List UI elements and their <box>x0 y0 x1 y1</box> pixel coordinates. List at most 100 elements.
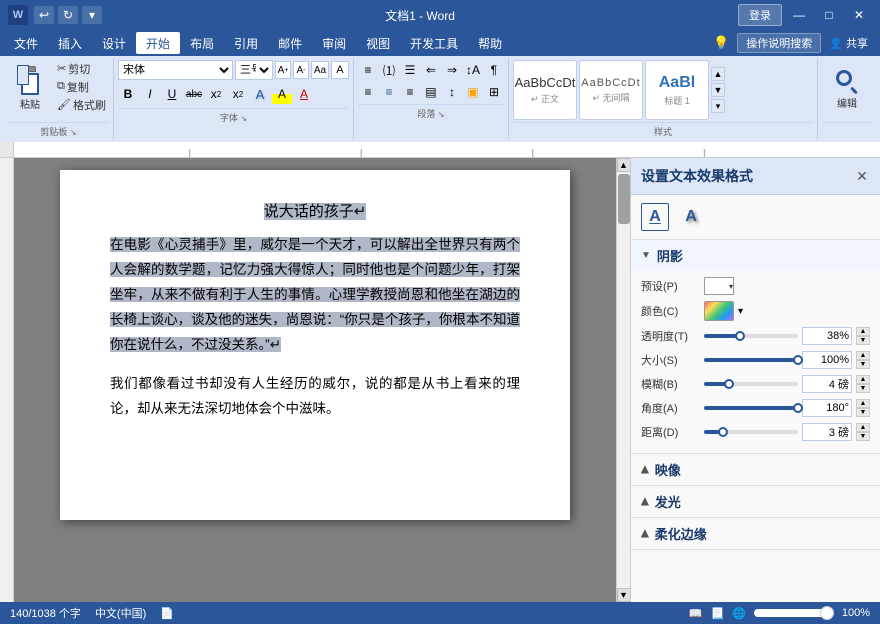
font-size-selector[interactable]: 三号 <box>235 60 273 80</box>
superscript-button[interactable]: x2 <box>228 84 248 104</box>
main-wrapper: 说大话的孩子↵ 在电影《心灵捕手》里，威尔是一个天才，可以解出全世界只有两个人会… <box>0 158 880 602</box>
minimize-button[interactable]: — <box>786 5 812 25</box>
font-size-decrease[interactable]: A- <box>293 61 309 79</box>
font-name-selector[interactable]: 宋体 <box>118 60 233 80</box>
align-left[interactable]: ≡ <box>358 82 378 102</box>
styles-scroll-down[interactable]: ▼ <box>711 83 725 97</box>
menu-review[interactable]: 审阅 <box>312 32 356 54</box>
transparency-up[interactable]: ▲ <box>856 327 870 336</box>
angle-up[interactable]: ▲ <box>856 399 870 408</box>
search-box[interactable]: 操作说明搜索 <box>737 33 821 53</box>
underline-button[interactable]: U <box>162 84 182 104</box>
size-up[interactable]: ▲ <box>856 351 870 360</box>
font-clear-button[interactable]: A <box>331 61 349 79</box>
justify[interactable]: ▤ <box>421 82 441 102</box>
paste-button[interactable]: 粘贴 <box>8 60 52 116</box>
zoom-bar[interactable] <box>754 609 834 617</box>
maximize-button[interactable]: □ <box>816 5 842 25</box>
blur-slider[interactable] <box>704 382 798 386</box>
blur-input[interactable] <box>802 375 852 393</box>
blur-down[interactable]: ▼ <box>856 384 870 393</box>
color-picker[interactable] <box>704 301 734 321</box>
format-panel-close[interactable]: ✕ <box>854 168 870 184</box>
menu-help[interactable]: 帮助 <box>468 32 512 54</box>
decrease-indent[interactable]: ⇐ <box>421 60 441 80</box>
preset-swatch[interactable]: ▾ <box>704 277 734 295</box>
menu-home[interactable]: 开始 <box>136 32 180 54</box>
styles-scroll-up[interactable]: ▲ <box>711 67 725 81</box>
numbering-button[interactable]: ⑴ <box>379 60 399 80</box>
text-highlight-button[interactable]: A <box>272 84 292 104</box>
blur-up[interactable]: ▲ <box>856 375 870 384</box>
angle-input[interactable] <box>802 399 852 417</box>
font-color-button[interactable]: A <box>294 84 314 104</box>
format-painter-button[interactable]: 🖌格式刷 <box>54 96 109 113</box>
glow-header[interactable]: ▶ 发光 <box>631 486 880 517</box>
customize-button[interactable]: ▾ <box>82 6 102 24</box>
angle-slider[interactable] <box>704 406 798 410</box>
subscript-button[interactable]: x2 <box>206 84 226 104</box>
align-right[interactable]: ≡ <box>400 82 420 102</box>
transparency-down[interactable]: ▼ <box>856 336 870 345</box>
font-size-increase[interactable]: A+ <box>275 61 291 79</box>
shading-button[interactable]: ▣ <box>463 82 483 102</box>
text-format-a-icon[interactable]: A <box>641 203 669 231</box>
italic-button[interactable]: I <box>140 84 160 104</box>
distance-down[interactable]: ▼ <box>856 432 870 441</box>
color-arrow-icon[interactable]: ▾ <box>738 306 743 317</box>
text-effect-button[interactable]: A <box>250 84 270 104</box>
soft-edges-header[interactable]: ▶ 柔化边缘 <box>631 518 880 549</box>
menu-view[interactable]: 视图 <box>356 32 400 54</box>
close-button[interactable]: ✕ <box>846 5 872 25</box>
login-button[interactable]: 登录 <box>738 4 782 26</box>
sort-button[interactable]: ↕A <box>463 60 483 80</box>
angle-down[interactable]: ▼ <box>856 408 870 417</box>
style-heading1[interactable]: AaBl 标题 1 <box>645 60 709 120</box>
distance-up[interactable]: ▲ <box>856 423 870 432</box>
scroll-thumb[interactable] <box>618 174 630 224</box>
menu-design[interactable]: 设计 <box>92 32 136 54</box>
menu-references[interactable]: 引用 <box>224 32 268 54</box>
document-page[interactable]: 说大话的孩子↵ 在电影《心灵捕手》里，威尔是一个天才，可以解出全世界只有两个人会… <box>60 170 570 520</box>
style-nospace[interactable]: AaBbCcDt ↵ 无间隔 <box>579 60 643 120</box>
read-mode-button[interactable]: 📖 <box>689 607 703 620</box>
bullets-button[interactable]: ≡ <box>358 60 378 80</box>
share-button[interactable]: 👤 共享 <box>829 35 868 51</box>
scroll-down-button[interactable]: ▼ <box>617 588 631 602</box>
distance-slider[interactable] <box>704 430 798 434</box>
distance-input[interactable] <box>802 423 852 441</box>
menu-file[interactable]: 文件 <box>4 32 48 54</box>
bold-button[interactable]: B <box>118 84 138 104</box>
menu-mailings[interactable]: 邮件 <box>268 32 312 54</box>
soft-edges-section: ▶ 柔化边缘 <box>631 518 880 550</box>
increase-indent[interactable]: ⇒ <box>442 60 462 80</box>
undo-button[interactable]: ↩ <box>34 6 54 24</box>
line-spacing[interactable]: ↕ <box>442 82 462 102</box>
print-layout-button[interactable]: 📃 <box>710 607 724 620</box>
shadow-header[interactable]: ▼ 阴影 <box>631 240 880 271</box>
scroll-up-button[interactable]: ▲ <box>617 158 631 172</box>
text-format-a-shadow-icon[interactable]: A <box>677 203 705 231</box>
styles-more[interactable]: ▾ <box>711 99 725 113</box>
size-slider[interactable] <box>704 358 798 362</box>
clear-format-button[interactable]: Aa <box>311 61 329 79</box>
show-formatting[interactable]: ¶ <box>484 60 504 80</box>
menu-developer[interactable]: 开发工具 <box>400 32 468 54</box>
web-view-button[interactable]: 🌐 <box>732 607 746 620</box>
cut-button[interactable]: ✂剪切 <box>54 60 109 77</box>
size-down[interactable]: ▼ <box>856 360 870 369</box>
multilevel-button[interactable]: ☰ <box>400 60 420 80</box>
transparency-input[interactable] <box>802 327 852 345</box>
style-normal[interactable]: AaBbCcDt ↵ 正文 <box>513 60 577 120</box>
transparency-slider[interactable] <box>704 334 798 338</box>
copy-button[interactable]: ⧉复制 <box>54 78 109 95</box>
menu-insert[interactable]: 插入 <box>48 32 92 54</box>
align-center[interactable]: ≡ <box>379 82 399 102</box>
menu-layout[interactable]: 布局 <box>180 32 224 54</box>
redo-button[interactable]: ↻ <box>58 6 78 24</box>
size-input[interactable] <box>802 351 852 369</box>
border-button[interactable]: ⊞ <box>484 82 504 102</box>
strikethrough-button[interactable]: abc <box>184 84 204 104</box>
reflection-header[interactable]: ▶ 映像 <box>631 454 880 485</box>
find-replace-button[interactable]: 编辑 <box>825 60 869 120</box>
